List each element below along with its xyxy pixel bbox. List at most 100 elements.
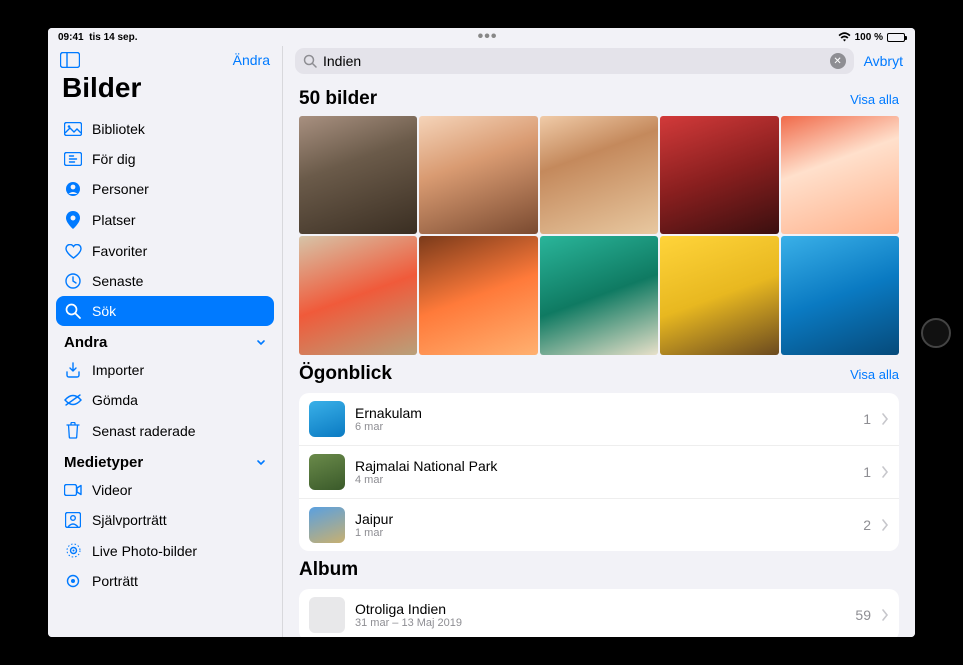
moments-list: Ernakulam6 mar1Rajmalai National Park4 m…	[299, 393, 899, 551]
sidebar-item-label: Live Photo-bilder	[92, 543, 197, 559]
moment-date: 1 mar	[355, 527, 853, 539]
sidebar-item-trash[interactable]: Senast raderade	[56, 415, 274, 446]
sidebar-item-import[interactable]: Importer	[56, 355, 274, 385]
photo-thumb[interactable]	[299, 236, 417, 354]
album-heading: Album	[299, 559, 358, 581]
photo-grid	[299, 116, 899, 355]
sidebar-item-label: Importer	[92, 362, 144, 378]
sidebar-toggle-icon[interactable]	[60, 52, 80, 68]
sidebar-item-label: Platser	[92, 212, 136, 228]
clock-icon	[64, 273, 82, 289]
status-bar: 09:41 tis 14 sep. ••• 100 %	[48, 28, 915, 46]
clear-search-button[interactable]: ✕	[830, 53, 846, 69]
search-icon	[64, 303, 82, 319]
search-bar[interactable]: ✕	[295, 48, 854, 74]
section-label: Medietyper	[64, 454, 143, 471]
library-icon	[64, 122, 82, 136]
search-input[interactable]	[323, 53, 824, 69]
sidebar-item-label: Gömda	[92, 392, 138, 408]
search-icon	[303, 54, 317, 68]
sidebar-item-places[interactable]: Platser	[56, 204, 274, 236]
album-title: Otroliga Indien	[355, 601, 845, 617]
sidebar-item-foryou[interactable]: För dig	[56, 144, 274, 174]
moment-row[interactable]: Jaipur1 mar 2	[299, 499, 899, 551]
album-row[interactable]: Otroliga Indien31 mar – 13 Maj 2019 59	[299, 589, 899, 637]
moment-count: 2	[863, 517, 871, 533]
sidebar-item-selfie[interactable]: Självporträtt	[56, 505, 274, 535]
section-label: Andra	[64, 334, 107, 351]
sidebar-item-search[interactable]: Sök	[56, 296, 274, 326]
live-icon	[64, 542, 82, 559]
sidebar-item-label: Senast raderade	[92, 423, 196, 439]
portrait-icon	[64, 573, 82, 589]
heart-icon	[64, 244, 82, 259]
sidebar-section[interactable]: Medietyper	[56, 446, 274, 475]
moment-date: 4 mar	[355, 474, 853, 486]
home-button[interactable]	[921, 318, 951, 348]
content: ✕ Avbryt 50 bilder Visa alla Ögonblick V…	[283, 46, 915, 637]
chevron-down-icon	[256, 338, 266, 348]
moment-thumb	[309, 401, 345, 437]
photo-thumb[interactable]	[419, 236, 537, 354]
sidebar-item-live[interactable]: Live Photo-bilder	[56, 535, 274, 566]
photo-thumb[interactable]	[419, 116, 537, 234]
moment-count: 1	[863, 464, 871, 480]
sidebar-item-label: Sök	[92, 303, 116, 319]
sidebar-item-label: För dig	[92, 151, 136, 167]
battery-icon	[887, 33, 905, 42]
photo-thumb[interactable]	[660, 116, 778, 234]
album-count: 59	[855, 607, 871, 623]
sidebar-item-portrait[interactable]: Porträtt	[56, 566, 274, 596]
battery-percent: 100 %	[855, 32, 883, 43]
sidebar-item-heart[interactable]: Favoriter	[56, 236, 274, 266]
moment-row[interactable]: Ernakulam6 mar1	[299, 393, 899, 446]
wifi-icon	[838, 32, 851, 42]
sidebar-item-label: Favoriter	[92, 243, 147, 259]
sidebar-item-label: Självporträtt	[92, 512, 167, 528]
import-icon	[64, 362, 82, 378]
photo-thumb[interactable]	[781, 116, 899, 234]
moment-thumb	[309, 454, 345, 490]
sidebar-item-label: Personer	[92, 181, 149, 197]
sidebar-section[interactable]: Andra	[56, 326, 274, 355]
foryou-icon	[64, 152, 82, 166]
sidebar-item-label: Videor	[92, 482, 132, 498]
photo-thumb[interactable]	[540, 116, 658, 234]
show-all-moments[interactable]: Visa alla	[850, 367, 899, 382]
app-title: Bilder	[48, 68, 282, 114]
multitask-pill[interactable]: •••	[478, 28, 498, 46]
sidebar-item-label: Bibliotek	[92, 121, 145, 137]
moments-heading: Ögonblick	[299, 363, 392, 385]
moment-thumb	[309, 507, 345, 543]
results-count: 50 bilder	[299, 88, 377, 110]
sidebar-item-video[interactable]: Videor	[56, 475, 274, 505]
album-thumb	[309, 597, 345, 633]
sidebar-item-hidden[interactable]: Gömda	[56, 385, 274, 415]
people-icon	[64, 181, 82, 197]
cancel-button[interactable]: Avbryt	[864, 53, 903, 69]
moment-title: Jaipur	[355, 511, 853, 527]
moment-title: Rajmalai National Park	[355, 458, 853, 474]
album-date: 31 mar – 13 Maj 2019	[355, 617, 845, 629]
photo-thumb[interactable]	[540, 236, 658, 354]
chevron-right-icon	[881, 609, 889, 621]
albums-list: Otroliga Indien31 mar – 13 Maj 2019 59	[299, 589, 899, 637]
sidebar-item-clock[interactable]: Senaste	[56, 266, 274, 296]
chevron-down-icon	[256, 458, 266, 468]
photo-thumb[interactable]	[781, 236, 899, 354]
chevron-right-icon	[881, 413, 889, 425]
chevron-right-icon	[881, 466, 889, 478]
places-icon	[64, 211, 82, 229]
show-all-photos[interactable]: Visa alla	[850, 92, 899, 107]
sidebar-item-library[interactable]: Bibliotek	[56, 114, 274, 144]
status-time: 09:41	[58, 32, 84, 43]
moment-count: 1	[863, 411, 871, 427]
photo-thumb[interactable]	[299, 116, 417, 234]
edit-button[interactable]: Ändra	[233, 52, 270, 68]
sidebar-item-label: Senaste	[92, 273, 143, 289]
sidebar-item-label: Porträtt	[92, 573, 138, 589]
moment-row[interactable]: Rajmalai National Park4 mar 1	[299, 446, 899, 499]
sidebar-item-people[interactable]: Personer	[56, 174, 274, 204]
status-date: tis 14 sep.	[89, 32, 137, 43]
photo-thumb[interactable]	[660, 236, 778, 354]
